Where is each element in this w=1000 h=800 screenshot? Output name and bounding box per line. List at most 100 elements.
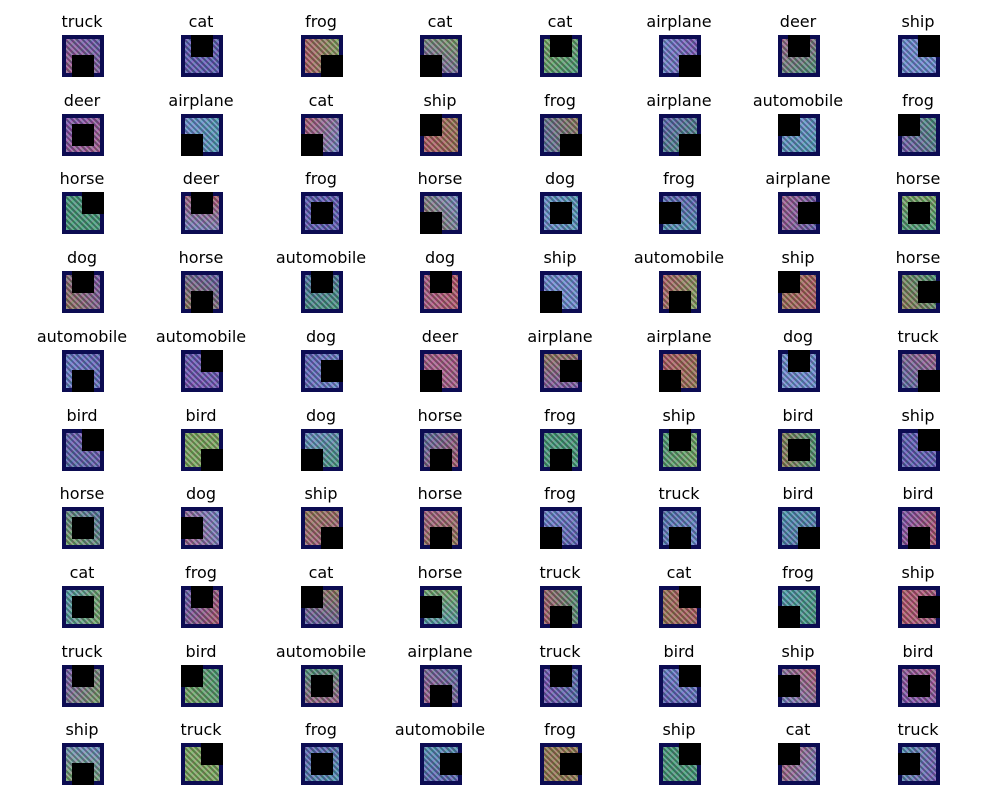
grid-cell: horse <box>380 472 500 549</box>
cell-label: deer <box>63 91 101 110</box>
sample-image <box>301 114 343 156</box>
cell-label: horse <box>895 169 941 188</box>
sample-image <box>420 35 462 77</box>
grid-cell: horse <box>141 236 261 313</box>
grid-cell: horse <box>380 157 500 234</box>
cell-label: ship <box>901 563 935 582</box>
sample-image <box>62 429 104 471</box>
grid-cell: horse <box>858 157 978 234</box>
cell-label: frog <box>544 484 576 503</box>
sample-image <box>62 586 104 628</box>
grid-cell: cat <box>738 708 858 785</box>
occlusion-patch <box>918 429 940 451</box>
sample-image <box>778 350 820 392</box>
occlusion-patch <box>420 212 442 234</box>
grid-cell: dog <box>261 315 381 392</box>
sample-image <box>898 429 940 471</box>
sample-image <box>898 192 940 234</box>
occlusion-patch <box>798 527 820 549</box>
grid-cell: automobile <box>261 630 381 707</box>
grid-cell: dog <box>22 236 142 313</box>
cell-label: deer <box>779 12 817 31</box>
occlusion-patch <box>669 527 691 549</box>
cell-label: airplane <box>168 91 234 110</box>
occlusion-patch <box>659 370 681 392</box>
cell-label: horse <box>59 169 105 188</box>
cell-label: ship <box>781 642 815 661</box>
grid-cell: deer <box>738 0 858 77</box>
cell-label: cat <box>427 12 453 31</box>
cell-label: truck <box>61 12 103 31</box>
grid-cell: horse <box>380 394 500 471</box>
sample-image <box>62 665 104 707</box>
sample-image <box>301 665 343 707</box>
sample-image <box>898 743 940 785</box>
image-label-grid: truck cat frog cat cat airplane deer ship deer ai… <box>0 0 1000 800</box>
grid-cell: deer <box>380 315 500 392</box>
grid-cell: automobile <box>22 315 142 392</box>
sample-image <box>181 35 223 77</box>
sample-image <box>181 350 223 392</box>
grid-cell: frog <box>500 394 620 471</box>
grid-cell: horse <box>22 157 142 234</box>
occlusion-patch <box>82 429 104 451</box>
grid-cell: cat <box>141 0 261 77</box>
grid-cell: automobile <box>380 708 500 785</box>
grid-cell: frog <box>738 551 858 628</box>
sample-image <box>62 192 104 234</box>
cell-label: frog <box>782 563 814 582</box>
grid-cell: automobile <box>261 236 381 313</box>
sample-image <box>898 586 940 628</box>
occlusion-patch <box>311 753 333 775</box>
grid-cell: ship <box>22 708 142 785</box>
grid-cell: cat <box>380 0 500 77</box>
occlusion-patch <box>420 596 442 618</box>
occlusion-patch <box>798 202 820 224</box>
sample-image <box>540 743 582 785</box>
sample-image <box>181 586 223 628</box>
sample-image <box>301 350 343 392</box>
grid-cell: frog <box>261 0 381 77</box>
occlusion-patch <box>908 202 930 224</box>
cell-label: bird <box>185 406 217 425</box>
cell-label: airplane <box>407 642 473 661</box>
sample-image <box>301 429 343 471</box>
occlusion-patch <box>778 743 800 765</box>
occlusion-patch <box>72 517 94 539</box>
sample-image <box>659 665 701 707</box>
sample-image <box>659 192 701 234</box>
cell-label: automobile <box>36 327 128 346</box>
cell-label: ship <box>901 406 935 425</box>
grid-cell: truck <box>500 551 620 628</box>
cell-label: automobile <box>155 327 247 346</box>
grid-cell: dog <box>738 315 858 392</box>
cell-label: bird <box>902 642 934 661</box>
grid-cell: frog <box>261 157 381 234</box>
occlusion-patch <box>420 370 442 392</box>
grid-cell: bird <box>22 394 142 471</box>
sample-image <box>659 507 701 549</box>
grid-cell: airplane <box>619 79 739 156</box>
occlusion-patch <box>679 134 701 156</box>
occlusion-patch <box>788 35 810 57</box>
occlusion-patch <box>778 675 800 697</box>
cell-label: airplane <box>646 91 712 110</box>
sample-image <box>62 507 104 549</box>
occlusion-patch <box>420 114 442 136</box>
occlusion-patch <box>550 665 572 687</box>
grid-cell: frog <box>619 157 739 234</box>
cell-label: frog <box>544 406 576 425</box>
cell-label: dog <box>305 327 337 346</box>
occlusion-patch <box>311 271 333 293</box>
grid-cell: airplane <box>619 0 739 77</box>
cell-label: automobile <box>633 248 725 267</box>
occlusion-patch <box>908 527 930 549</box>
sample-image <box>301 192 343 234</box>
grid-cell: truck <box>141 708 261 785</box>
cell-label: dog <box>66 248 98 267</box>
occlusion-patch <box>72 124 94 146</box>
sample-image <box>540 271 582 313</box>
occlusion-patch <box>560 360 582 382</box>
grid-cell: horse <box>22 472 142 549</box>
grid-cell: bird <box>738 394 858 471</box>
